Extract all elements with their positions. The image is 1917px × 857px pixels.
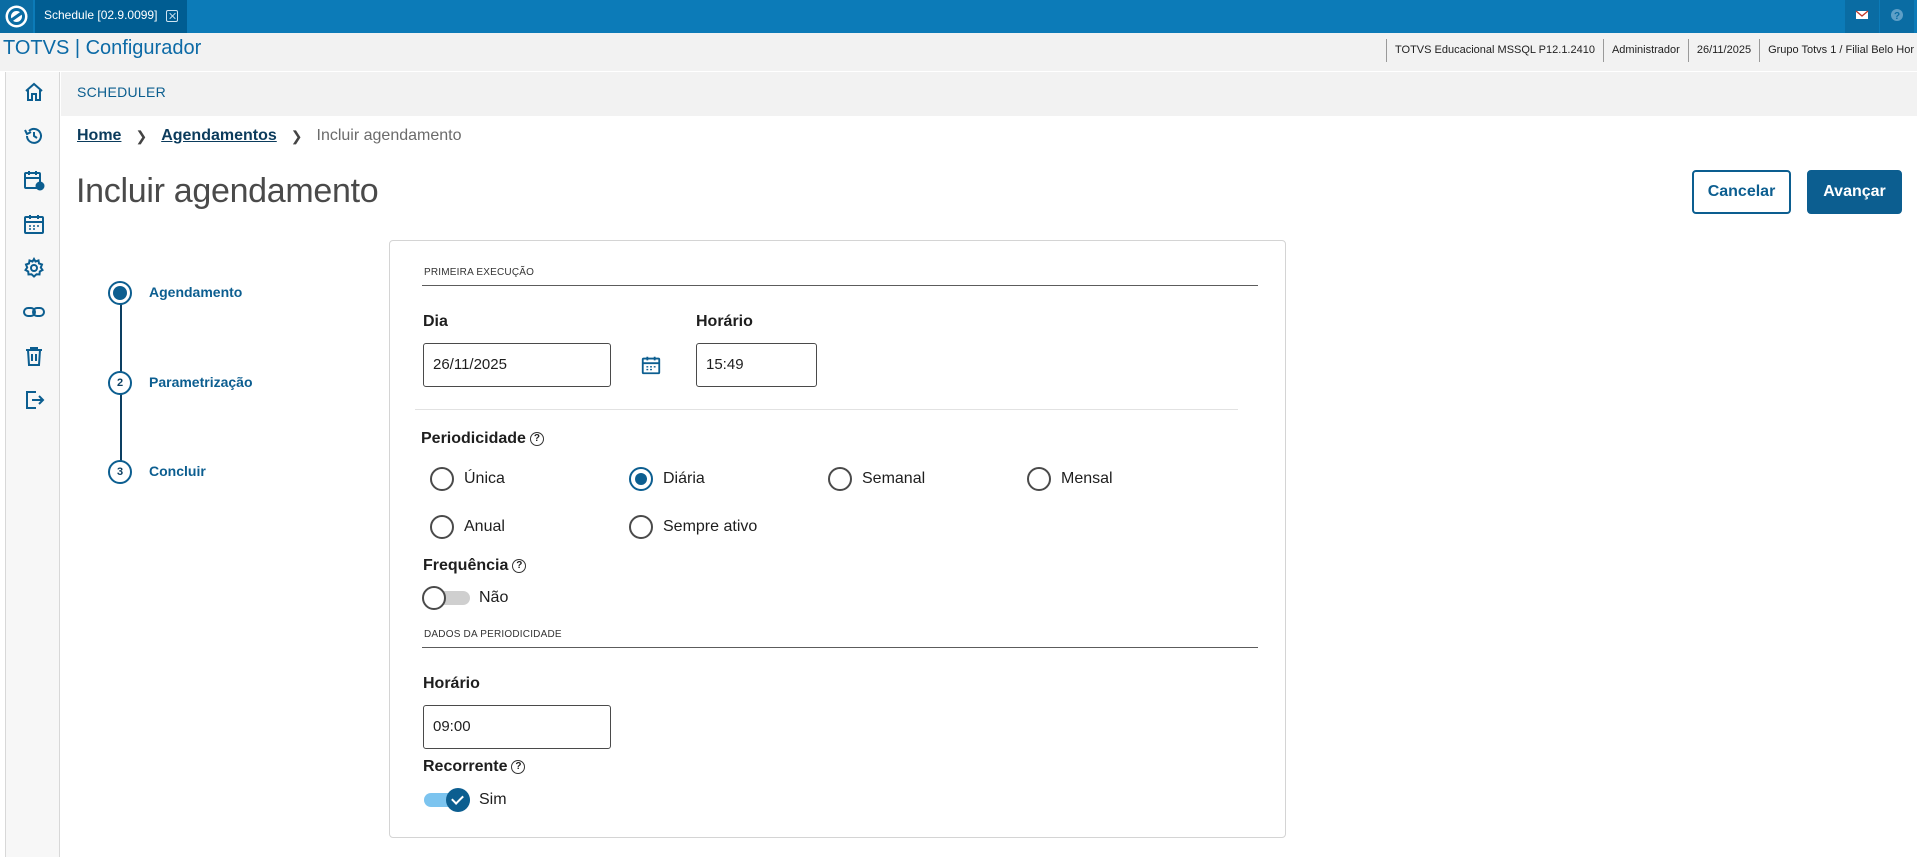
date-info: 26/11/2025 <box>1687 39 1759 62</box>
periodicity-label: Periodicidade? <box>421 430 544 448</box>
step-label: Concluir <box>149 463 206 479</box>
recurring-label: Recorrente? <box>423 758 526 776</box>
radio-unselected-icon <box>430 467 454 491</box>
radio-unselected-icon <box>629 515 653 539</box>
radio-label: Anual <box>464 518 505 535</box>
day-input[interactable]: 26/11/2025 <box>423 343 611 387</box>
frequency-label-text: Frequência <box>423 557 509 574</box>
time-label: Horário <box>696 313 753 330</box>
logout-icon[interactable] <box>22 388 46 412</box>
mail-icon[interactable] <box>1845 0 1879 33</box>
periodicity-label-text: Periodicidade <box>421 430 526 447</box>
radio-diaria[interactable]: Diária <box>629 467 705 491</box>
radio-unselected-icon <box>828 467 852 491</box>
breadcrumb-home[interactable]: Home <box>77 127 121 145</box>
radio-unselected-icon <box>430 515 454 539</box>
section-title: SCHEDULER <box>77 84 167 100</box>
toggle-label: Sim <box>479 791 507 808</box>
branch-info: Grupo Totvs 1 / Filial Belo Hor <box>1759 39 1917 62</box>
periodicity-data-title: DADOS DA PERIODICIDADE <box>424 629 562 640</box>
chevron-right-icon: ❯ <box>290 127 303 144</box>
session-info: TOTVS Educacional MSSQL P12.1.2410 Admin… <box>1386 39 1917 62</box>
calendar-icon[interactable] <box>640 354 662 376</box>
radio-label: Diária <box>663 470 705 487</box>
divider <box>422 285 1258 286</box>
schedule-form-card: PRIMEIRA EXECUÇÃO Dia 26/11/2025 Horário… <box>389 240 1286 838</box>
tab-schedule[interactable]: Schedule [02.9.0099] <box>35 0 187 33</box>
radio-unica[interactable]: Única <box>430 467 505 491</box>
radio-label: Sempre ativo <box>663 518 758 535</box>
help-icon[interactable]: ? <box>529 432 544 446</box>
link-icon[interactable] <box>22 300 46 324</box>
tab-label: Schedule [02.9.0099] <box>44 8 158 22</box>
gear-icon[interactable] <box>22 256 46 280</box>
recurring-label-text: Recorrente <box>423 758 508 775</box>
history-icon[interactable] <box>22 124 46 148</box>
frequency-label: Frequência? <box>423 557 527 575</box>
environment-info: TOTVS Educacional MSSQL P12.1.2410 <box>1386 39 1603 62</box>
radio-label: Única <box>464 470 505 487</box>
home-icon[interactable] <box>22 80 46 104</box>
radio-mensal[interactable]: Mensal <box>1027 467 1113 491</box>
breadcrumb: Home ❯ Agendamentos ❯ Incluir agendament… <box>77 127 461 145</box>
radio-unselected-icon <box>1027 467 1051 491</box>
page-title: Incluir agendamento <box>76 172 379 210</box>
help-icon[interactable]: ? <box>1880 0 1914 33</box>
help-icon[interactable]: ? <box>511 760 526 774</box>
toggle-track <box>422 586 470 610</box>
section-separator <box>415 409 1238 410</box>
step-label: Agendamento <box>149 284 243 300</box>
first-execution-title: PRIMEIRA EXECUÇÃO <box>424 267 535 278</box>
time-input[interactable]: 15:49 <box>696 343 817 387</box>
trash-icon[interactable] <box>22 344 46 368</box>
radio-label: Mensal <box>1061 470 1113 487</box>
sidebar <box>5 72 60 857</box>
calendar-icon[interactable] <box>22 212 46 236</box>
radio-anual[interactable]: Anual <box>430 515 505 539</box>
breadcrumb-agendamentos[interactable]: Agendamentos <box>161 127 277 145</box>
next-button[interactable]: Avançar <box>1807 170 1902 214</box>
section-header: SCHEDULER <box>61 72 1917 116</box>
step-label: Parametrização <box>149 374 253 390</box>
period-time-input[interactable]: 09:00 <box>423 705 611 749</box>
window-titlebar: Schedule [02.9.0099] ? <box>0 0 1917 33</box>
period-time-label: Horário <box>423 675 480 692</box>
help-icon[interactable]: ? <box>512 559 527 573</box>
user-info: Administrador <box>1602 39 1688 62</box>
cancel-button[interactable]: Cancelar <box>1692 170 1791 214</box>
radio-semanal[interactable]: Semanal <box>828 467 925 491</box>
recurring-toggle[interactable]: Sim <box>422 788 507 812</box>
app-header: TOTVS | Configurador TOTVS Educacional M… <box>0 33 1917 71</box>
check-icon <box>446 788 470 812</box>
close-tab-icon[interactable] <box>166 10 178 22</box>
divider <box>422 647 1258 648</box>
radio-label: Semanal <box>862 470 926 487</box>
calendar-settings-icon[interactable] <box>22 168 46 192</box>
app-title: TOTVS | Configurador <box>3 37 202 59</box>
breadcrumb-current: Incluir agendamento <box>316 127 462 144</box>
svg-text:?: ? <box>1894 11 1900 22</box>
radio-sempre-ativo[interactable]: Sempre ativo <box>629 515 757 539</box>
day-label: Dia <box>423 313 448 330</box>
frequency-toggle[interactable]: Não <box>422 586 508 610</box>
totvs-logo-icon[interactable] <box>0 0 33 33</box>
step-number: 2 <box>108 371 132 395</box>
toggle-label: Não <box>479 589 509 606</box>
step-number: 3 <box>108 460 132 484</box>
toggle-track <box>422 788 470 812</box>
chevron-right-icon: ❯ <box>135 127 148 144</box>
radio-selected-icon <box>629 467 653 491</box>
step-active-icon <box>108 281 132 305</box>
